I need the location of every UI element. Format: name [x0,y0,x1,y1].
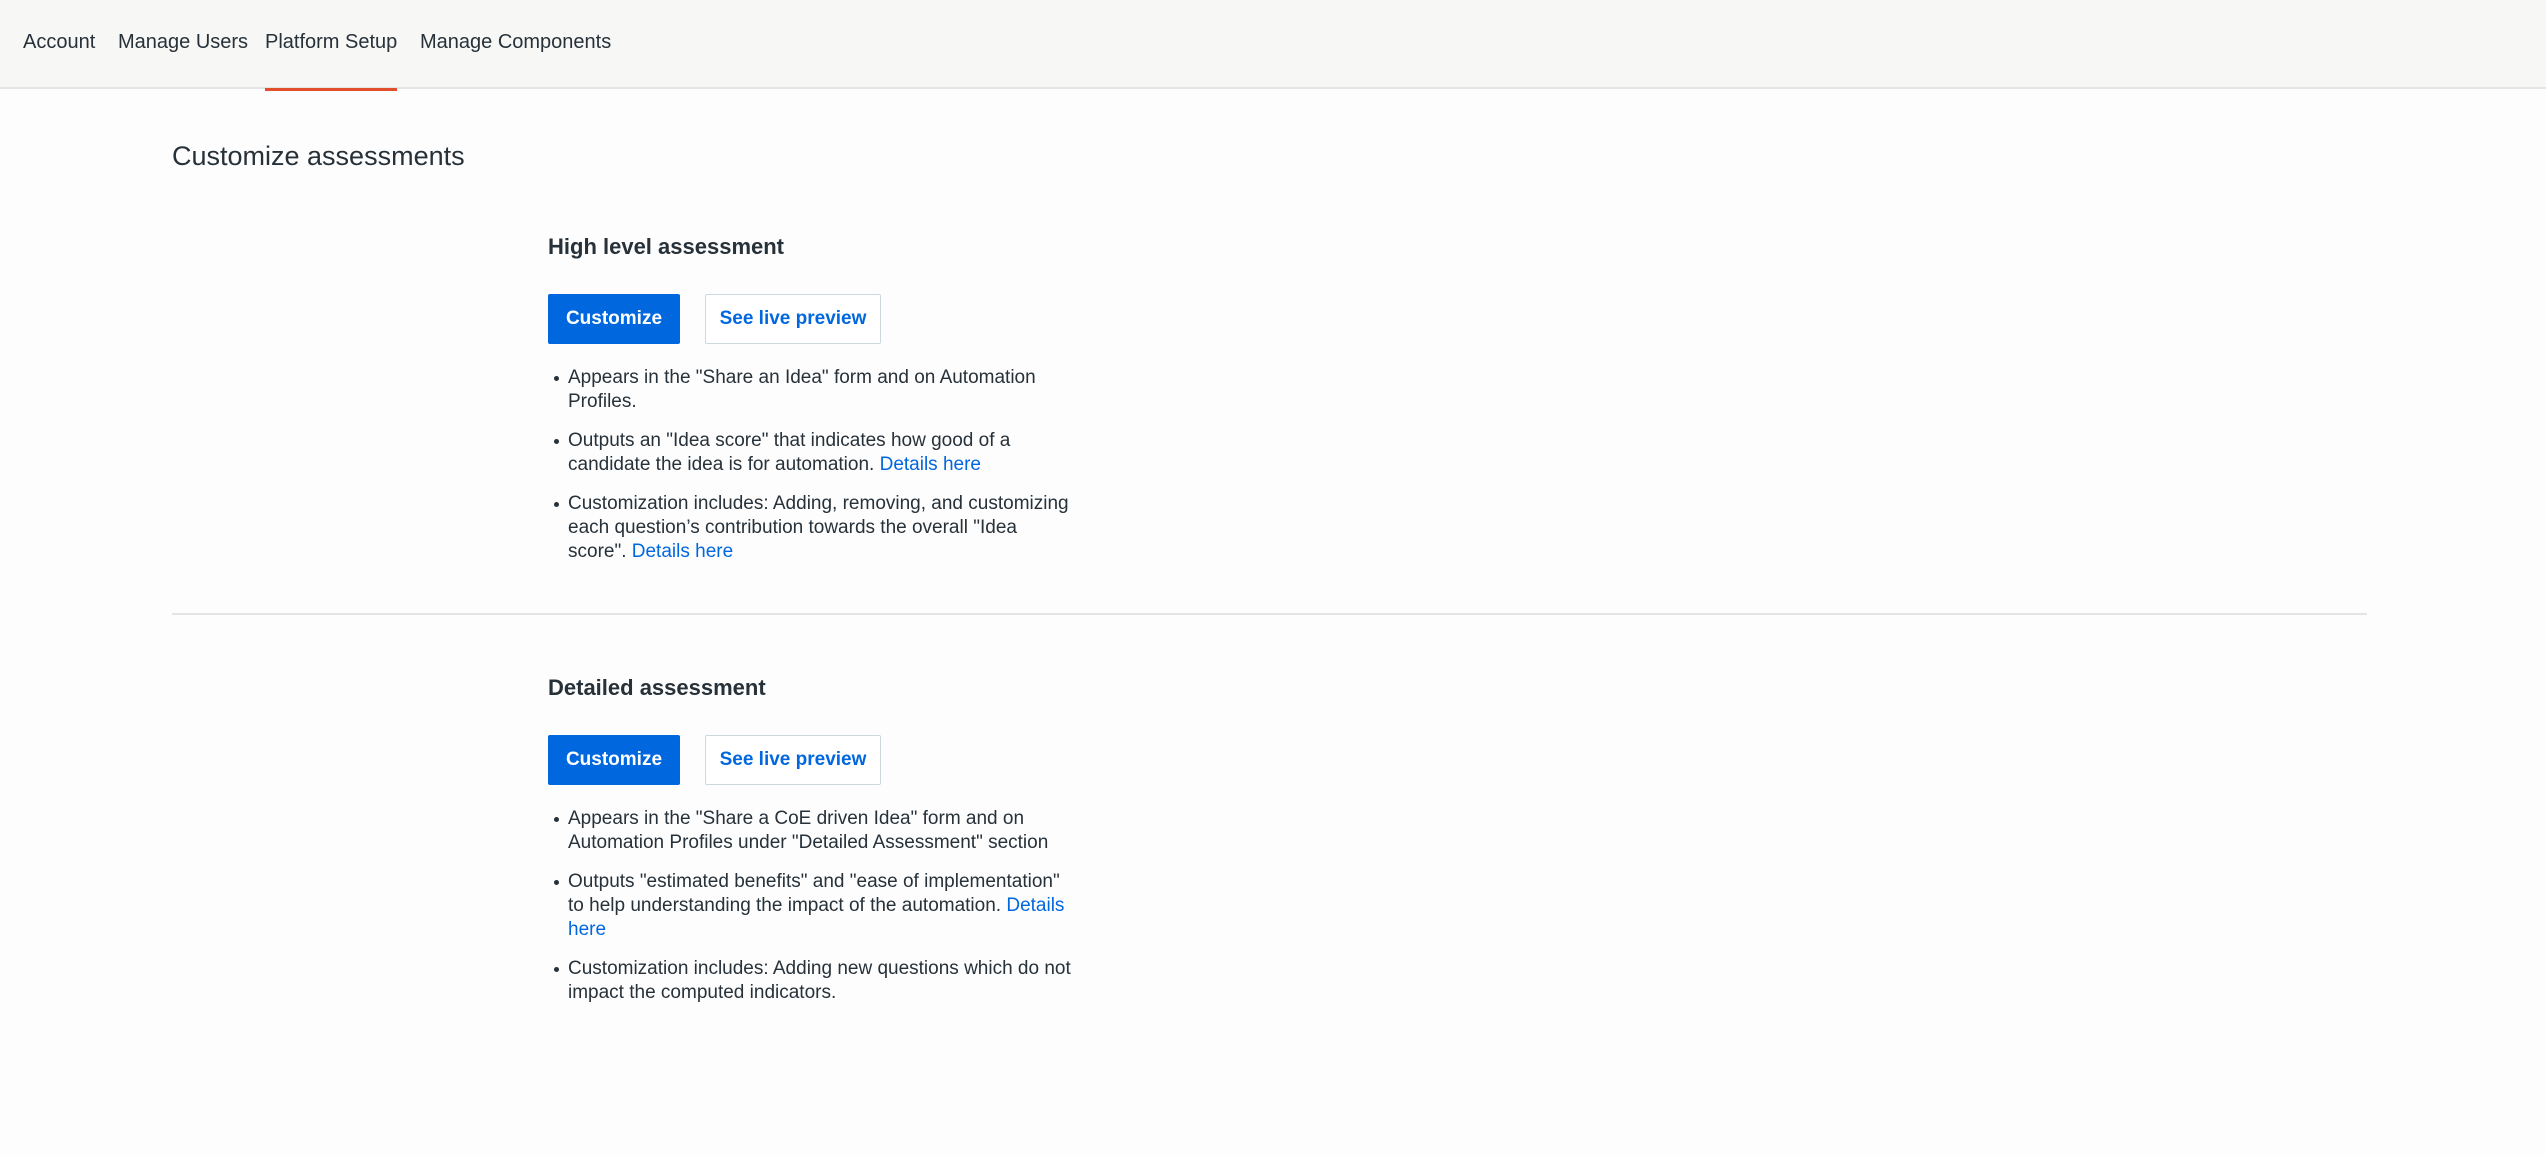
bullet-text: Customization includes: Adding new quest… [568,958,1071,1003]
bullet-text: Appears in the "Share an Idea" form and … [568,367,1036,412]
see-live-preview-button[interactable]: See live preview [705,294,881,344]
list-item: Customization includes: Adding new quest… [554,957,1078,1005]
top-navigation: Account Manage Users Platform Setup Mana… [0,0,2546,91]
tab-manage-users[interactable]: Manage Users [118,0,248,89]
bullet-list: Appears in the "Share a CoE driven Idea"… [548,807,1078,1020]
list-item: Appears in the "Share an Idea" form and … [554,366,1078,414]
section-divider [172,613,2367,615]
bullet-text: Appears in the "Share a CoE driven Idea"… [568,808,1049,853]
details-link[interactable]: Details here [880,454,981,475]
section-title: High level assessment [548,234,785,259]
customize-button[interactable]: Customize [548,294,680,344]
list-item: Appears in the "Share a CoE driven Idea"… [554,807,1078,855]
list-item: Outputs "estimated benefits" and "ease o… [554,870,1078,942]
tab-account[interactable]: Account [23,0,95,89]
details-link[interactable]: Details here [632,541,733,562]
bullet-list: Appears in the "Share an Idea" form and … [548,366,1078,579]
list-item: Outputs an "Idea score" that indicates h… [554,429,1078,477]
section-title: Detailed assessment [548,675,766,700]
bullet-text: Outputs "estimated benefits" and "ease o… [568,871,1060,916]
see-live-preview-button[interactable]: See live preview [705,735,881,785]
page-title: Customize assessments [172,141,465,171]
list-item: Customization includes: Adding, removing… [554,492,1078,564]
tab-manage-components[interactable]: Manage Components [420,0,611,89]
customize-button[interactable]: Customize [548,735,680,785]
tab-platform-setup[interactable]: Platform Setup [265,0,398,91]
